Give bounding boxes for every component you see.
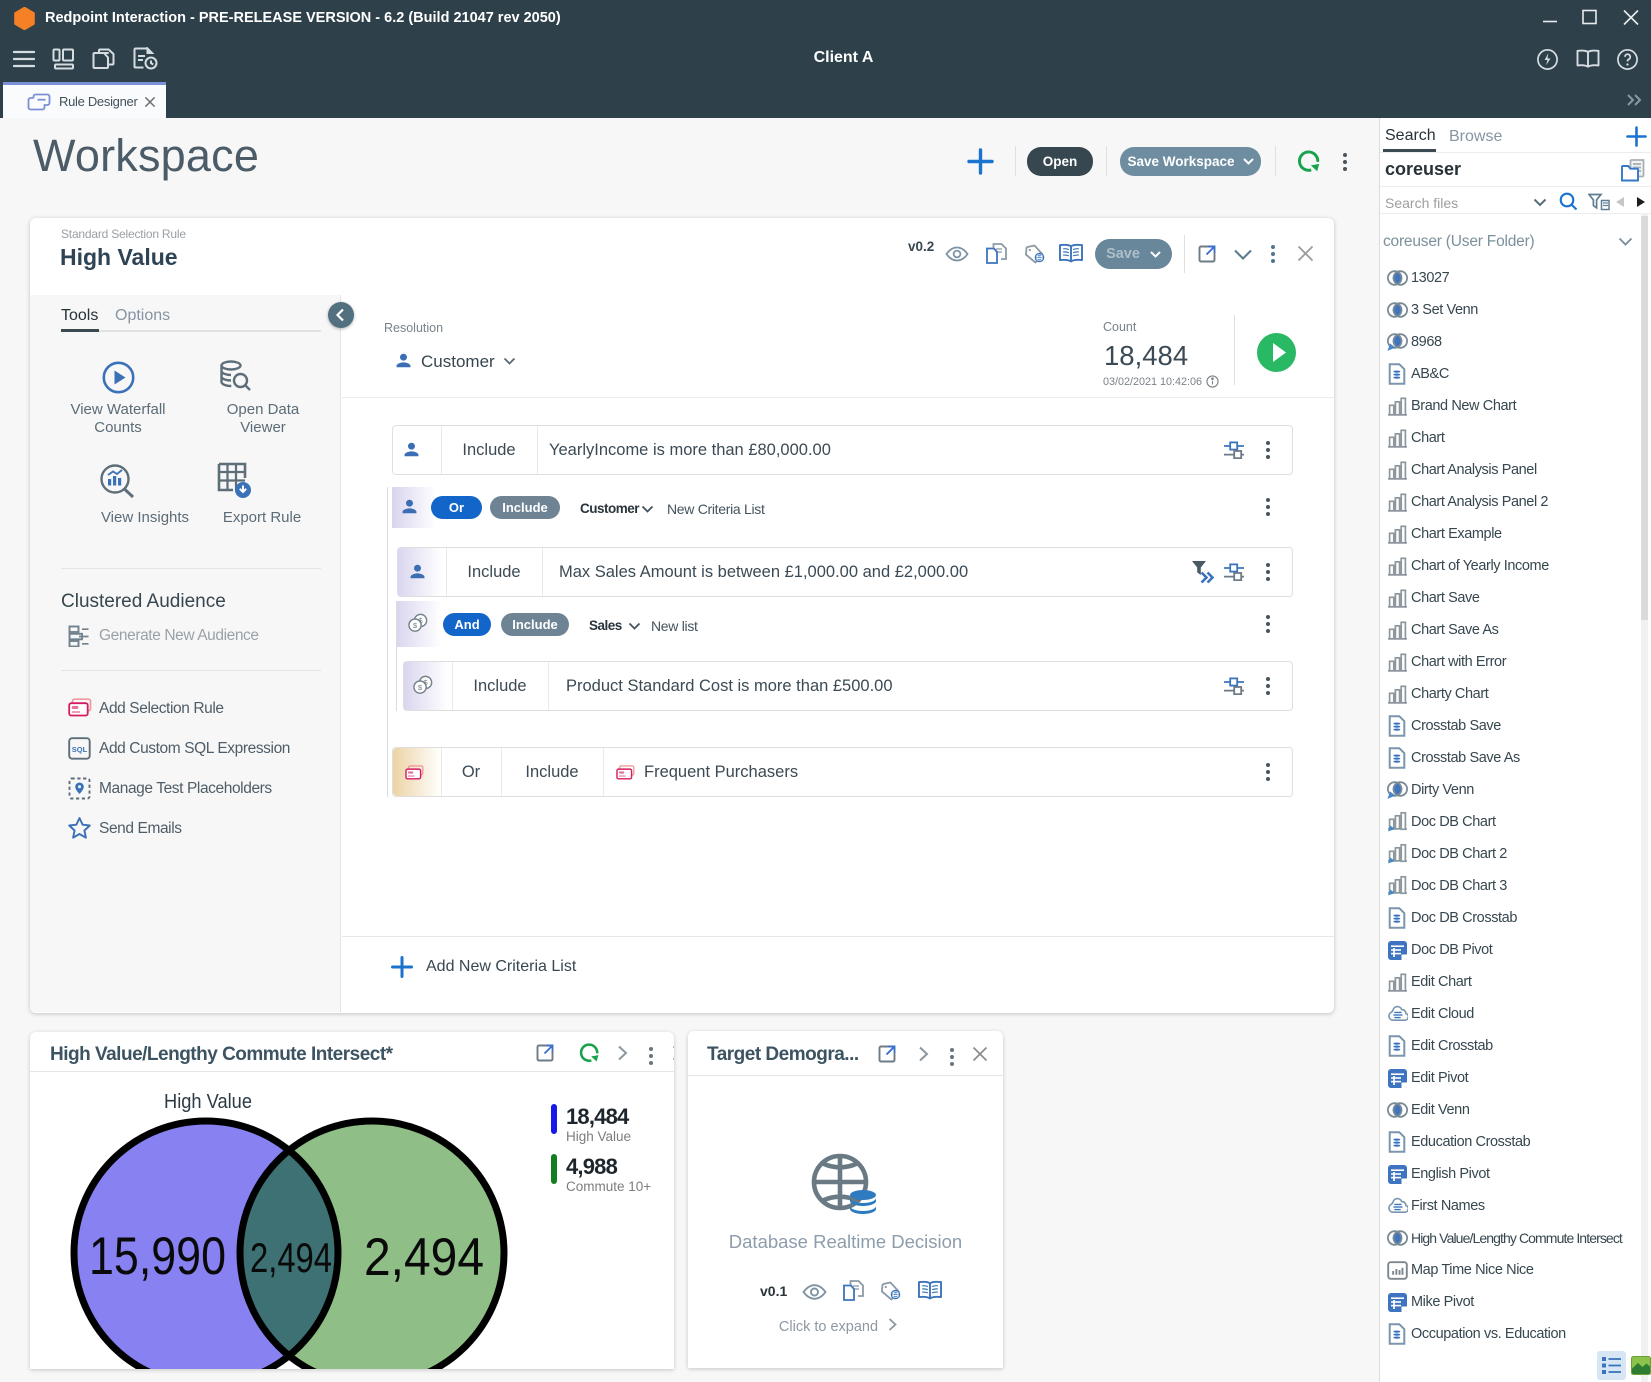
svg-text:2,494: 2,494 <box>250 1234 332 1281</box>
svg-text:15,990: 15,990 <box>89 1227 226 1286</box>
svg-text:High Value: High Value <box>164 1091 252 1113</box>
svg-text:2,494: 2,494 <box>364 1228 484 1287</box>
